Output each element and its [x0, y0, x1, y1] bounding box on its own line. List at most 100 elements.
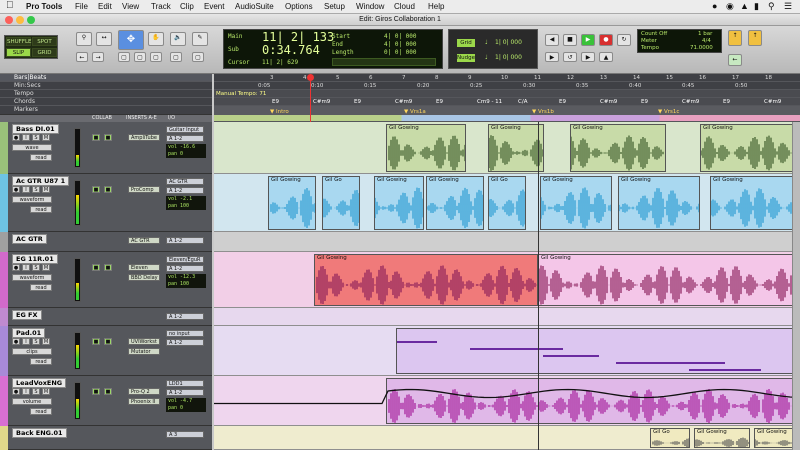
menu-setup[interactable]: Setup — [324, 2, 345, 11]
mute-button[interactable]: M — [42, 388, 50, 395]
record-button-icon[interactable]: ● — [12, 134, 20, 141]
search-icon[interactable]: ⚲ — [768, 1, 775, 12]
notifications-icon[interactable]: ☰ — [784, 1, 792, 12]
nudge-value[interactable]: 1| 0| 000 — [495, 54, 522, 61]
collab-green-icon[interactable]: ■ — [92, 186, 100, 193]
track-lane[interactable]: Gil Gowing Gil Gowing Gil Gowing Gil Gowing — [214, 122, 800, 174]
track-name[interactable]: LeadVoxENG — [12, 378, 67, 388]
sub-counter[interactable]: 0:34.764 — [262, 43, 320, 57]
output-select[interactable]: A 1-2 — [166, 313, 204, 320]
input-monitor-icon[interactable]: I — [22, 264, 30, 271]
countoff-value[interactable]: 1 bar — [698, 31, 712, 37]
audio-clip[interactable]: Gil Gowing — [694, 428, 750, 448]
tempo-ruler[interactable]: Manual Tempo: 71 — [214, 90, 800, 98]
edit-window-tracks[interactable]: Gil Gowing Gil Gowing Gil Gowing Gil Gowing… — [214, 122, 800, 450]
midi-note[interactable] — [397, 341, 437, 343]
meter-value[interactable]: 4/4 — [702, 38, 711, 44]
record-button-icon[interactable]: ● — [12, 264, 20, 271]
collab-green-icon[interactable]: ■ — [104, 186, 112, 193]
audio-clip[interactable]: Gil Gowing — [710, 176, 800, 230]
marker-region-bar[interactable] — [214, 115, 800, 121]
tool-small-6-icon[interactable]: ▢ — [170, 52, 182, 62]
insert-slot[interactable]: Pro-Q 2 — [128, 388, 160, 395]
pan-value[interactable]: pan 100 — [168, 203, 206, 210]
record-button-icon[interactable]: ● — [12, 186, 20, 193]
midi-note[interactable] — [689, 369, 761, 371]
track-name[interactable]: Back ENG.01 — [12, 428, 67, 438]
midi-note[interactable] — [470, 348, 563, 350]
collab-green-icon[interactable]: ■ — [104, 388, 112, 395]
audio-clip[interactable]: Gil Go — [322, 176, 360, 230]
status-icon-4[interactable]: ▮ — [754, 1, 759, 12]
menu-clip[interactable]: Clip — [180, 2, 194, 11]
grid-value[interactable]: 1| 0| 000 — [495, 39, 522, 46]
collab-green-icon[interactable]: ■ — [104, 134, 112, 141]
tool-small-5-icon[interactable]: ▢ — [150, 52, 162, 62]
track-header[interactable]: Ac GTR U87 1 ● I S Mwaveform read ■ ■ ProComp AC … — [0, 174, 212, 232]
output-select[interactable]: A 1-2 — [166, 135, 204, 142]
insert-slot[interactable]: Mutator — [128, 348, 160, 355]
insert-slot[interactable]: ProComp — [128, 186, 160, 193]
input-monitor-icon[interactable]: I — [22, 338, 30, 345]
audio-clip[interactable]: Gil Gowing — [540, 176, 612, 230]
audio-clip[interactable]: Gil Gowing — [268, 176, 316, 230]
volume-pan-readout[interactable]: vol -2.1 pan 100 — [166, 196, 206, 210]
audio-clip[interactable]: Gil Gowing — [488, 124, 544, 172]
track-lane[interactable] — [214, 376, 800, 426]
audio-clip[interactable]: Gil Gowing — [314, 254, 538, 306]
track-header[interactable]: Bass DI.01 ● I S Mwave read ■ ■ AmpliTube Guitar … — [0, 122, 212, 174]
chord-label[interactable]: E9 — [723, 98, 730, 106]
input-select[interactable]: no input — [166, 330, 204, 337]
menu-track[interactable]: Track — [151, 2, 171, 11]
seconds-ruler[interactable]: 0:05 0:10 0:15 0:20 0:25 0:30 0:35 0:40 0:45 0:50 — [214, 82, 800, 90]
track-view-select[interactable]: wave — [12, 144, 52, 151]
input-monitor-icon[interactable]: I — [22, 134, 30, 141]
collab-green-icon[interactable]: ■ — [92, 388, 100, 395]
track-header[interactable]: EG 11R.01 ● I S Mwaveform read ■ ■ Eleven BBD Del… — [0, 252, 212, 308]
timeline-rulers[interactable]: 3 4 5 6 7 8 9 10 11 12 13 14 15 16 17 18 0:05 0:10 0:15 0:… — [214, 74, 800, 122]
chord-label[interactable]: C#m9 — [600, 98, 617, 106]
chord-label[interactable]: E9 — [272, 98, 279, 106]
track-lane[interactable]: Gil Gowing Gil Go Gil Gowing Gil Gowing Gil … — [214, 174, 800, 232]
pan-value[interactable]: pan 0 — [168, 405, 206, 412]
audio-clip[interactable]: Gil Gowing — [426, 176, 484, 230]
chord-label[interactable]: E9 — [436, 98, 443, 106]
tool-small-1-icon[interactable]: ← — [76, 52, 88, 62]
audio-clip[interactable]: Gil Gowing — [386, 124, 466, 172]
tempo-value[interactable]: 71.0000 — [690, 45, 713, 51]
collab-green-icon[interactable]: ■ — [104, 338, 112, 345]
menu-view[interactable]: View — [122, 2, 139, 11]
tool-small-2-icon[interactable]: → — [92, 52, 104, 62]
track-lane[interactable] — [214, 326, 800, 376]
transport-small-4-icon[interactable]: ▲ — [599, 52, 613, 62]
input-select[interactable]: AC GTR — [166, 178, 204, 185]
audio-clip[interactable]: Gil Gowing — [700, 124, 800, 172]
solo-button[interactable]: S — [32, 186, 40, 193]
shuffle-mode-button[interactable]: SHUFFLE — [6, 37, 32, 46]
insert-slot[interactable]: UVIWorkst — [128, 338, 160, 345]
automation-mode-select[interactable]: read — [30, 206, 52, 213]
menu-edit[interactable]: Edit — [98, 2, 112, 11]
volume-pan-readout[interactable]: vol -12.3 pan 100 — [166, 274, 206, 288]
grabber-tool-icon[interactable]: ✋ — [148, 32, 164, 46]
solo-button[interactable]: S — [32, 134, 40, 141]
menu-help[interactable]: Help — [428, 2, 444, 11]
mute-button[interactable]: M — [42, 264, 50, 271]
spot-mode-button[interactable]: SPOT — [32, 37, 57, 46]
track-name[interactable]: Bass DI.01 — [12, 124, 59, 134]
tool-small-7-icon[interactable]: ▢ — [192, 52, 204, 62]
automation-mode-select[interactable]: read — [30, 154, 52, 161]
menu-file[interactable]: File — [75, 2, 88, 11]
track-view-select[interactable]: waveform — [12, 196, 52, 203]
ruler-min-secs[interactable]: Min:Secs — [0, 82, 212, 90]
conductor-icon[interactable]: ↑ — [748, 30, 762, 46]
track-header[interactable]: Pad.01 ● I S Mclips read ■ ■ UVIWorkst Mutator no … — [0, 326, 212, 376]
input-monitor-icon[interactable]: I — [22, 186, 30, 193]
pan-value[interactable]: pan 100 — [168, 281, 206, 288]
chords-ruler[interactable]: E9 C#m9 E9 C#m9 E9 Cm9 - 11 C/A E9 C#m9 E9 C#m9 E9 C… — [214, 98, 800, 106]
track-lane[interactable]: Gil Gowing Gil Gowing — [214, 252, 800, 308]
automation-mode-select[interactable]: read — [30, 408, 52, 415]
chord-label[interactable]: C#m9 — [313, 98, 330, 106]
track-name[interactable]: Pad.01 — [12, 328, 46, 338]
start-value[interactable]: 4| 0| 000 — [384, 33, 417, 40]
